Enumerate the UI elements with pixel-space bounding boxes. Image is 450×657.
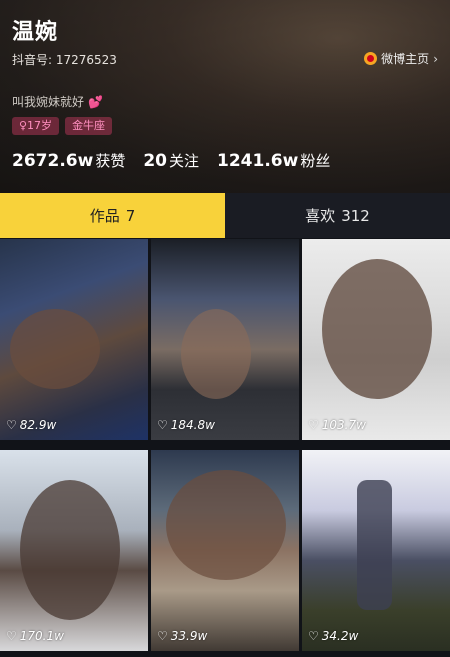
tab-works[interactable]: 作品 7 xyxy=(0,193,225,238)
stat-following-num: 20 xyxy=(143,151,167,171)
tab-works-count: 7 xyxy=(125,206,136,225)
profile-stats: 2672.6w 获赞 20 关注 1241.6w 粉丝 xyxy=(12,150,330,171)
heart-icon: ♡ xyxy=(308,628,319,643)
chevron-right-icon: › xyxy=(433,51,438,66)
like-count-value: 34.2w xyxy=(321,628,359,643)
video-thumbnail[interactable]: ♡ 33.9w xyxy=(151,449,299,651)
stat-following-label: 关注 xyxy=(169,152,200,170)
like-count: ♡ 184.8w xyxy=(157,418,215,432)
stat-likes-num: 2672.6w xyxy=(12,151,94,171)
stat-followers-label: 粉丝 xyxy=(300,152,331,170)
stat-likes[interactable]: 2672.6w 获赞 xyxy=(12,150,125,171)
stat-followers[interactable]: 1241.6w 粉丝 xyxy=(217,150,330,171)
thumbnail-figure xyxy=(181,309,251,399)
video-thumbnail[interactable]: ♡ 170.1w xyxy=(0,449,148,651)
like-count: ♡ 170.1w xyxy=(6,629,64,643)
video-thumbnail[interactable]: ♡ 184.8w xyxy=(151,239,299,440)
video-thumbnail[interactable]: ♡ 34.2w xyxy=(302,449,450,651)
thumbnail-figure xyxy=(166,469,286,580)
video-thumbnail[interactable]: ♡ 82.9w xyxy=(0,239,148,440)
profile-name: 温婉 xyxy=(12,20,59,45)
like-count-value: 103.7w xyxy=(321,418,366,432)
tab-likes-label: 喜欢 xyxy=(305,207,336,225)
heart-icon: ♡ xyxy=(308,418,319,432)
tab-works-label: 作品 xyxy=(89,207,120,225)
tab-likes-count: 312 xyxy=(341,206,370,225)
like-count-value: 184.8w xyxy=(170,418,215,432)
bio: 叫我婉妹就好 💕 xyxy=(12,93,103,110)
stat-likes-label: 获赞 xyxy=(95,152,126,170)
douyin-id: 抖音号: 17276523 xyxy=(12,53,117,67)
thumbnail-figure xyxy=(357,479,392,610)
weibo-label: 微博主页 xyxy=(381,52,430,66)
heart-icon: ♡ xyxy=(157,418,168,432)
hearts-icon: 💕 xyxy=(88,94,103,109)
thumbnail-figure xyxy=(322,259,432,399)
content-tabs: 作品 7 喜欢 312 xyxy=(0,193,450,238)
heart-icon: ♡ xyxy=(6,418,17,432)
like-count-value: 170.1w xyxy=(19,628,64,643)
video-grid: ♡ 82.9w ♡ 184.8w ♡ 103.7w ♡ 170.1w ♡ 33.9w ♡ 3… xyxy=(0,239,450,657)
weibo-icon xyxy=(364,52,378,65)
heart-icon: ♡ xyxy=(6,628,17,643)
like-count: ♡ 34.2w xyxy=(308,629,358,643)
stat-followers-num: 1241.6w xyxy=(217,151,299,171)
video-thumbnail[interactable]: ♡ 103.7w xyxy=(302,239,450,440)
weibo-link[interactable]: 微博主页 › xyxy=(364,50,438,67)
like-count-value: 33.9w xyxy=(170,628,208,643)
like-count-value: 82.9w xyxy=(19,418,57,432)
bio-text: 叫我婉妹就好 xyxy=(12,95,85,109)
tag-zodiac: 金牛座 xyxy=(65,117,113,135)
profile-tags: ♀17岁 金牛座 xyxy=(12,117,113,135)
thumbnail-figure xyxy=(20,479,120,620)
like-count: ♡ 33.9w xyxy=(157,629,207,643)
like-count: ♡ 82.9w xyxy=(6,418,56,432)
profile-header: 温婉 抖音号: 17276523 微博主页 › 叫我婉妹就好 💕 ♀17岁 金牛… xyxy=(0,0,450,193)
like-count: ♡ 103.7w xyxy=(308,418,366,432)
tab-likes[interactable]: 喜欢 312 xyxy=(225,193,450,238)
tag-age: ♀17岁 xyxy=(12,117,60,135)
stat-following[interactable]: 20 关注 xyxy=(143,150,199,171)
heart-icon: ♡ xyxy=(157,628,168,643)
thumbnail-figure xyxy=(10,309,100,389)
